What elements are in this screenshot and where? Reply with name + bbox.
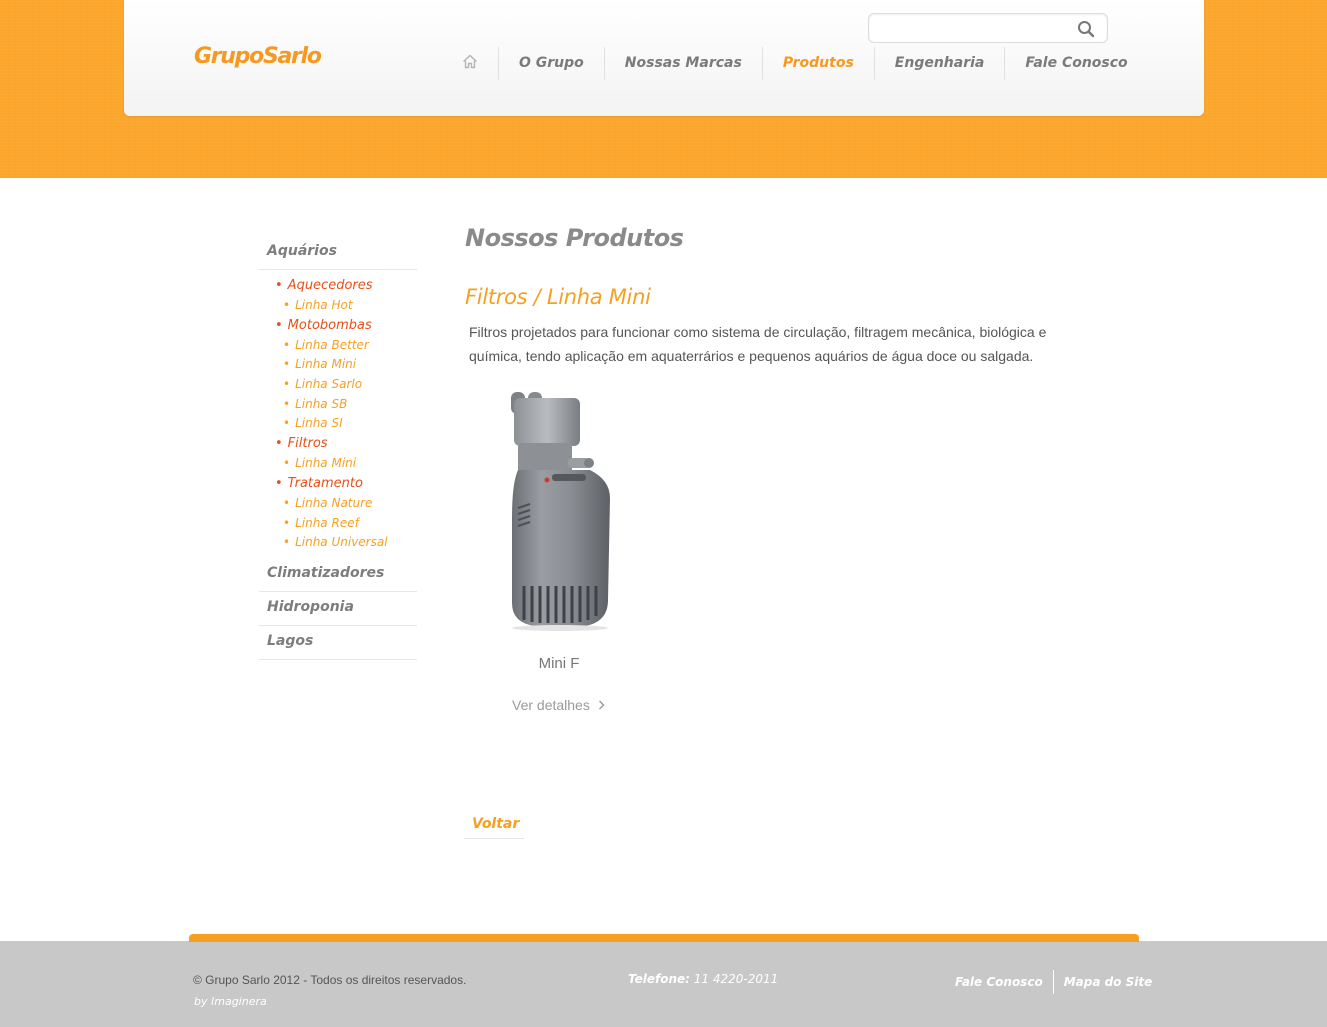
bullet: •	[283, 377, 291, 392]
bullet: •	[283, 515, 291, 530]
bullet: •	[283, 495, 291, 510]
nav-item-nossas-marcas[interactable]: Nossas Marcas	[603, 47, 762, 80]
nav-item-produtos[interactable]: Produtos	[761, 47, 874, 80]
sidebar-subcategory-label: Motobombas	[287, 317, 372, 333]
sidebar-subcategory-tratamento[interactable]: • Tratamento	[259, 474, 417, 494]
sidebar-subcategory-label: Aquecedores	[287, 278, 373, 293]
section-description: Filtros projetados para funcionar como s…	[469, 324, 1047, 364]
sidebar-line-label: Linha Hot	[295, 298, 353, 312]
sidebar-subcategory-motobombas[interactable]: • Motobombas	[259, 316, 417, 336]
bullet: •	[283, 337, 291, 352]
search-input[interactable]	[877, 18, 1067, 38]
sidebar-line-label: Linha Better	[295, 337, 369, 352]
sidebar-line-label: Linha Nature	[295, 495, 373, 510]
sidebar: Aquários • Aquecedores • Linha Hot • Motobomba…	[259, 236, 417, 660]
nav-home[interactable]	[442, 47, 498, 80]
logo-text-grupo: Grupo	[194, 44, 264, 69]
bullet: •	[283, 535, 291, 550]
bullet: •	[275, 317, 283, 333]
phone: Telefone: 11 4220-2011	[628, 972, 778, 986]
footer-stripe	[189, 934, 1139, 942]
bullet: •	[275, 475, 283, 491]
logo[interactable]: GrupoSarlo	[194, 44, 322, 69]
bullet: •	[283, 456, 291, 471]
section-title: Filtros / Linha Mini	[465, 285, 651, 309]
logo-text-sarlo: Sarlo	[262, 44, 322, 69]
sidebar-subcategory-filtros[interactable]: • Filtros	[259, 434, 417, 454]
nav-item-engenharia[interactable]: Engenharia	[873, 47, 1005, 80]
main-nav: O Grupo Nossas Marcas Produtos Engenharia Fa…	[442, 47, 1148, 80]
footer-link-mapa-do-site[interactable]: Mapa do Site	[1054, 970, 1163, 994]
sidebar-subcategory-label: Tratamento	[287, 475, 363, 491]
sidebar-line-linha-mini[interactable]: • Linha Mini	[259, 454, 417, 474]
sidebar-line-label: Linha Universal	[295, 535, 388, 550]
sidebar-category-lagos[interactable]: Lagos	[259, 626, 417, 660]
sidebar-line-linha-nature[interactable]: • Linha Nature	[259, 494, 417, 514]
footer-links: Fale Conosco Mapa do Site	[945, 970, 1162, 994]
sidebar-category-aquarios[interactable]: Aquários	[259, 236, 417, 270]
sidebar-line-linha-mini[interactable]: • Linha Mini	[259, 355, 417, 375]
chevron-right-icon	[598, 698, 605, 713]
bullet: •	[283, 416, 291, 431]
sidebar-line-label: Linha Mini	[295, 357, 357, 372]
sidebar-line-label: Linha SI	[295, 416, 343, 431]
nav-item-fale-conosco[interactable]: Fale Conosco	[1004, 47, 1147, 80]
sidebar-line-label: Linha Reef	[295, 515, 359, 530]
details-label: Ver detalhes	[512, 697, 590, 713]
product-image[interactable]	[490, 388, 630, 633]
sidebar-subcategory-list: • Aquecedores • Linha Hot • Motobombas • Linha …	[259, 270, 417, 558]
bullet: •	[283, 357, 291, 372]
sidebar-line-label: Linha SB	[295, 396, 348, 411]
sidebar-subcategory-label: Filtros	[287, 436, 328, 452]
bullet: •	[283, 298, 291, 312]
home-icon	[462, 54, 478, 73]
sidebar-line-linha-sb[interactable]: • Linha SB	[259, 395, 417, 415]
sidebar-line-linha-reef[interactable]: • Linha Reef	[259, 514, 417, 534]
phone-number: 11 4220-2011	[689, 972, 779, 986]
details-link[interactable]: Ver detalhes	[512, 697, 605, 713]
nav-item-o-grupo[interactable]: O Grupo	[498, 47, 604, 80]
credit-link[interactable]: by Imaginera	[194, 995, 267, 1008]
bullet: •	[283, 396, 291, 411]
sidebar-subcategory-aquecedores[interactable]: • Aquecedores	[259, 276, 417, 296]
sidebar-line-linha-better[interactable]: • Linha Better	[259, 336, 417, 356]
page-title: Nossos Produtos	[465, 224, 684, 252]
bullet: •	[275, 436, 283, 452]
back-link[interactable]: Voltar	[464, 812, 524, 839]
phone-label: Telefone:	[628, 972, 690, 986]
sidebar-category-hidroponia[interactable]: Hidroponia	[259, 592, 417, 626]
sidebar-line-label: Linha Mini	[295, 456, 357, 471]
search-box	[868, 13, 1108, 43]
header: GrupoSarlo O Grupo Nossas Marcas Produtos E…	[124, 0, 1204, 116]
search-icon[interactable]	[1077, 20, 1095, 38]
product-name[interactable]: Mini F	[509, 655, 609, 672]
bullet: •	[275, 278, 283, 293]
sidebar-line-linha-sarlo[interactable]: • Linha Sarlo	[259, 375, 417, 395]
copyright: © Grupo Sarlo 2012 - Todos os direitos r…	[193, 973, 467, 987]
footer-link-fale-conosco[interactable]: Fale Conosco	[945, 970, 1053, 994]
sidebar-line-linha-hot[interactable]: • Linha Hot	[259, 296, 417, 316]
sidebar-line-linha-universal[interactable]: • Linha Universal	[259, 533, 417, 553]
sidebar-line-linha-si[interactable]: • Linha SI	[259, 414, 417, 434]
sidebar-line-label: Linha Sarlo	[295, 377, 363, 392]
sidebar-category-climatizadores[interactable]: Climatizadores	[259, 558, 417, 592]
